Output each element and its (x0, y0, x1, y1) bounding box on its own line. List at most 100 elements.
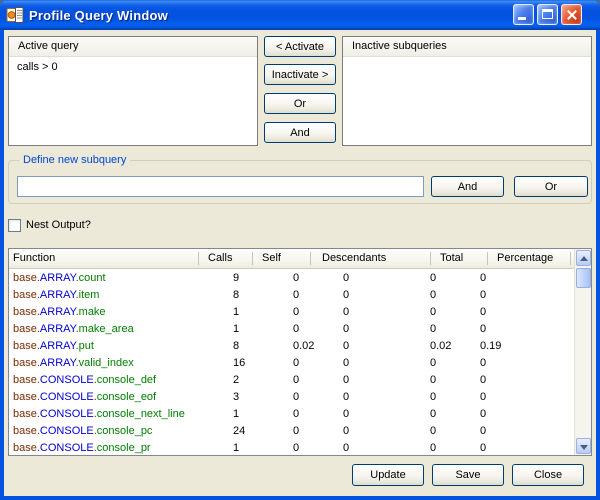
feature-name: count (79, 272, 106, 284)
dialog-client-area: Active query calls > 0 < Activate Inacti… (4, 30, 596, 496)
feature-name: console_eof (97, 391, 156, 403)
table-scrollbar[interactable] (574, 249, 591, 455)
arrow-down-icon (580, 445, 588, 450)
table-row[interactable]: base.ARRAY.item80000 (9, 287, 574, 304)
scroll-thumb[interactable] (576, 268, 591, 288)
column-header-descendants[interactable]: Descendants (322, 249, 386, 268)
results-table: Function Calls Self Descendants Total Percent… (8, 248, 592, 456)
calls-cell: 8 (233, 287, 239, 304)
cluster-name: base (13, 374, 37, 386)
calls-cell: 3 (233, 389, 239, 406)
cluster-name: base (13, 408, 37, 420)
descendants-cell: 0 (343, 406, 349, 423)
function-cell: base.ARRAY.put (13, 338, 94, 355)
inactive-subqueries-panel[interactable]: Inactive subqueries (342, 36, 592, 146)
percentage-cell: 0.19 (480, 338, 501, 355)
header-separator (310, 252, 311, 265)
subquery-and-button[interactable]: And (431, 176, 504, 197)
function-cell: base.ARRAY.item (13, 287, 99, 304)
descendants-cell: 0 (343, 440, 349, 455)
scroll-up-button[interactable] (576, 250, 591, 266)
self-cell: 0 (293, 372, 299, 389)
table-row[interactable]: base.CONSOLE.console_pc240000 (9, 423, 574, 440)
title-bar[interactable]: Profile Query Window (0, 0, 600, 30)
column-header-calls[interactable]: Calls (208, 249, 232, 268)
active-query-panel[interactable]: Active query calls > 0 (8, 36, 258, 146)
and-button[interactable]: And (264, 122, 336, 143)
class-name: ARRAY (40, 323, 76, 335)
close-dialog-button[interactable]: Close (512, 464, 584, 486)
calls-cell: 9 (233, 270, 239, 287)
total-cell: 0 (430, 389, 436, 406)
percentage-cell: 0 (480, 406, 486, 423)
function-cell: base.CONSOLE.console_def (13, 372, 156, 389)
inactive-subqueries-list[interactable] (343, 58, 591, 145)
subquery-or-button[interactable]: Or (514, 176, 588, 197)
table-header: Function Calls Self Descendants Total Percent… (9, 249, 574, 269)
class-name: ARRAY (40, 289, 76, 301)
column-header-self[interactable]: Self (262, 249, 281, 268)
total-cell: 0 (430, 372, 436, 389)
save-button[interactable]: Save (432, 464, 504, 486)
function-cell: base.ARRAY.count (13, 270, 106, 287)
activate-button[interactable]: < Activate (264, 36, 336, 57)
descendants-cell: 0 (343, 338, 349, 355)
table-row[interactable]: base.CONSOLE.console_eof30000 (9, 389, 574, 406)
cluster-name: base (13, 442, 37, 454)
scroll-down-button[interactable] (576, 438, 591, 454)
cluster-name: base (13, 340, 37, 352)
function-cell: base.CONSOLE.console_pc (13, 423, 152, 440)
percentage-cell: 0 (480, 355, 486, 372)
descendants-cell: 0 (343, 423, 349, 440)
table-row[interactable]: base.CONSOLE.console_next_line10000 (9, 406, 574, 423)
table-row[interactable]: base.ARRAY.valid_index160000 (9, 355, 574, 372)
function-cell: base.CONSOLE.console_pr (13, 440, 151, 455)
descendants-cell: 0 (343, 389, 349, 406)
calls-cell: 1 (233, 440, 239, 455)
window-controls (513, 4, 582, 25)
class-name: CONSOLE (40, 391, 94, 403)
cluster-name: base (13, 272, 37, 284)
cluster-name: base (13, 357, 37, 369)
table-row[interactable]: base.CONSOLE.console_def 2 0 0 0 0 (9, 372, 574, 389)
nest-output-checkbox[interactable] (8, 219, 21, 232)
table-row[interactable]: base.ARRAY.put80.0200.020.19 (9, 338, 574, 355)
feature-name: console_pr (97, 442, 151, 454)
percentage-cell: 0 (480, 321, 486, 338)
calls-cell: 1 (233, 406, 239, 423)
descendants-cell: 0 (343, 372, 349, 389)
column-header-function[interactable]: Function (13, 249, 55, 268)
table-row[interactable]: base.ARRAY.make_area10000 (9, 321, 574, 338)
minimize-icon (518, 17, 526, 20)
descendants-cell: 0 (343, 321, 349, 338)
class-name: ARRAY (40, 357, 76, 369)
percentage-cell: 0 (480, 270, 486, 287)
header-separator (198, 252, 199, 265)
column-header-total[interactable]: Total (440, 249, 463, 268)
subquery-input[interactable] (17, 176, 424, 197)
maximize-button[interactable] (537, 4, 558, 25)
total-cell: 0 (430, 440, 436, 455)
total-cell: 0 (430, 406, 436, 423)
update-button[interactable]: Update (352, 464, 424, 486)
close-button[interactable] (561, 4, 582, 25)
calls-cell: 2 (233, 372, 239, 389)
feature-name: valid_index (79, 357, 134, 369)
class-name: CONSOLE (40, 442, 94, 454)
or-button[interactable]: Or (264, 93, 336, 114)
table-row[interactable]: base.ARRAY.count90000 (9, 270, 574, 287)
active-query-list[interactable]: calls > 0 (9, 58, 257, 145)
percentage-cell: 0 (480, 372, 486, 389)
inactivate-button[interactable]: Inactivate > (264, 64, 336, 85)
total-cell: 0 (430, 423, 436, 440)
descendants-cell: 0 (343, 287, 349, 304)
total-cell: 0 (430, 304, 436, 321)
class-name: ARRAY (40, 340, 76, 352)
minimize-button[interactable] (513, 4, 534, 25)
table-row[interactable]: base.CONSOLE.console_pr10000 (9, 440, 574, 455)
table-row[interactable]: base.ARRAY.make10000 (9, 304, 574, 321)
calls-cell: 1 (233, 304, 239, 321)
active-query-item[interactable]: calls > 0 (9, 58, 257, 73)
cluster-name: base (13, 306, 37, 318)
column-header-percentage[interactable]: Percentage (497, 249, 553, 268)
